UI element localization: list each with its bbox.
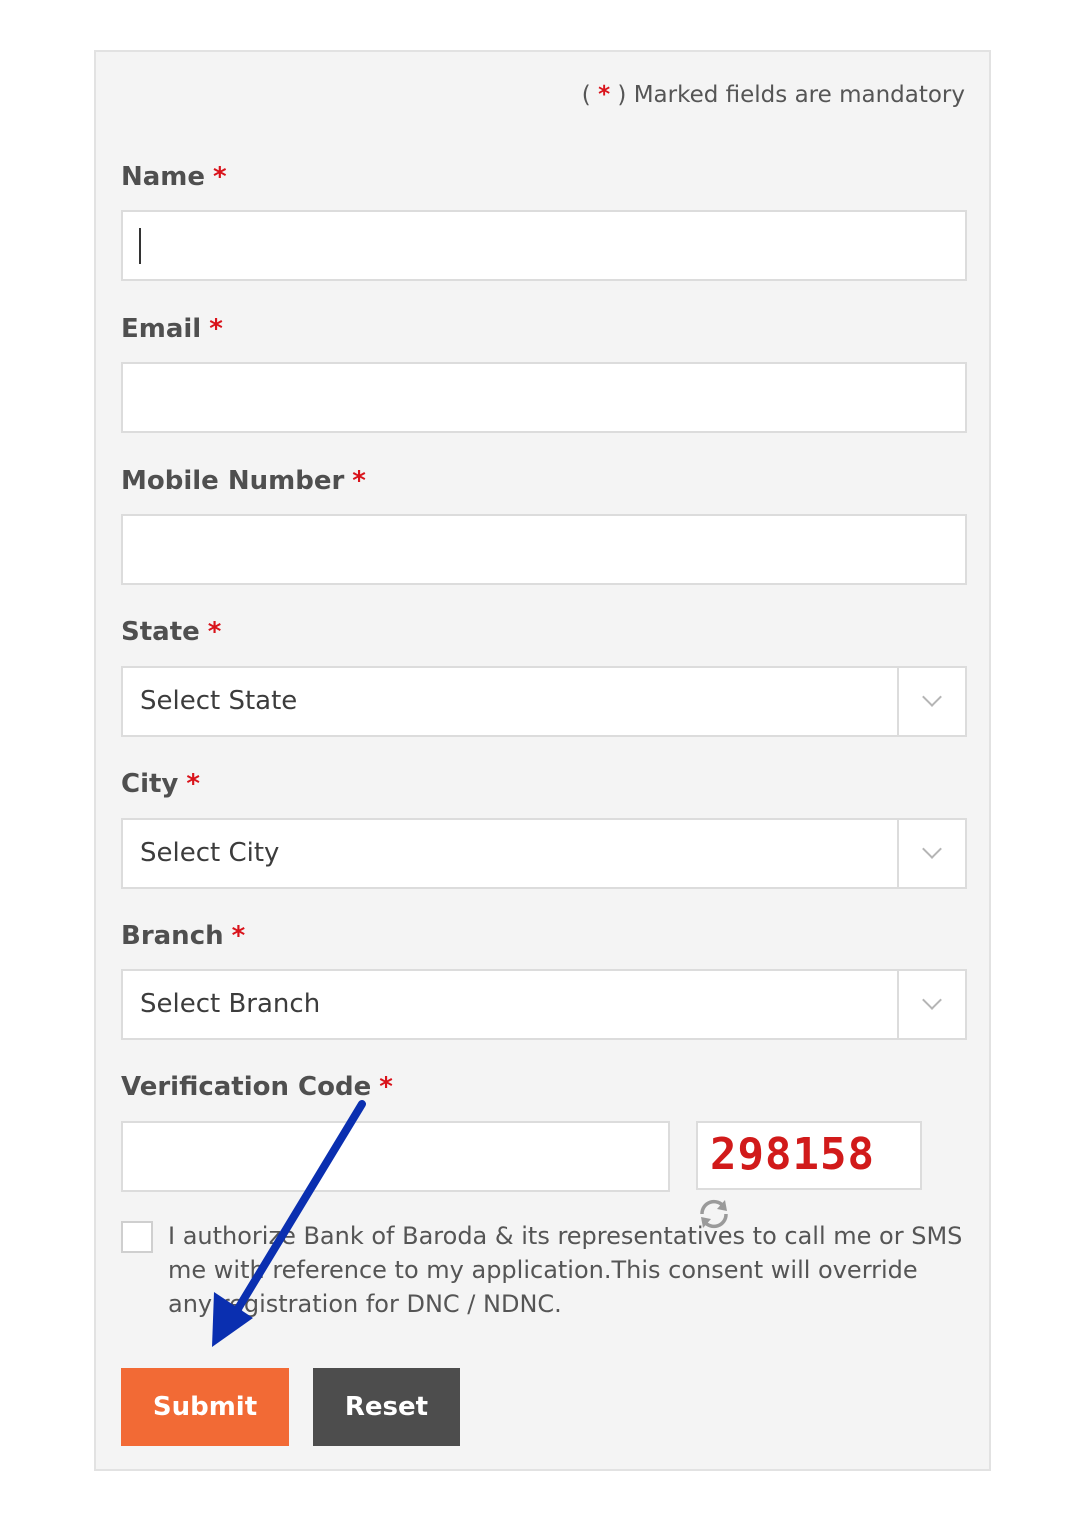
contact-form-panel: ( * ) Marked fields are mandatory Name * …: [94, 50, 991, 1471]
state-label: State *: [121, 617, 221, 647]
submit-button[interactable]: Submit: [121, 1368, 289, 1446]
state-select-toggle[interactable]: [897, 668, 965, 735]
city-select-value: Select City: [140, 838, 280, 868]
verification-code-label: Verification Code *: [121, 1072, 393, 1102]
required-star: *: [379, 1072, 393, 1102]
chevron-down-icon: [922, 687, 942, 707]
mobile-number-input[interactable]: [121, 514, 967, 585]
mandatory-note-prefix: (: [581, 82, 599, 108]
branch-label-text: Branch: [121, 921, 224, 951]
mandatory-fields-note: ( * ) Marked fields are mandatory: [582, 82, 965, 108]
city-select-toggle[interactable]: [897, 820, 965, 887]
email-input[interactable]: [121, 362, 967, 433]
city-select[interactable]: Select City: [121, 818, 967, 889]
consent-checkbox[interactable]: [121, 1221, 153, 1253]
state-label-text: State: [121, 617, 200, 647]
consent-text: I authorize Bank of Baroda & its represe…: [168, 1222, 963, 1318]
name-label: Name *: [121, 162, 227, 192]
verification-code-input[interactable]: [121, 1121, 670, 1192]
city-label: City *: [121, 769, 200, 799]
branch-select-value: Select Branch: [140, 989, 321, 1019]
required-star: *: [207, 617, 222, 647]
required-star: *: [209, 314, 223, 344]
text-caret: [139, 228, 141, 264]
required-star: *: [598, 82, 611, 108]
branch-select[interactable]: Select Branch: [121, 969, 967, 1040]
email-label: Email *: [121, 314, 223, 344]
city-label-text: City: [121, 769, 179, 799]
required-star: *: [213, 162, 227, 192]
state-select-value: Select State: [140, 686, 298, 716]
email-label-text: Email: [121, 314, 202, 344]
required-star: *: [352, 466, 366, 496]
verification-code-label-text: Verification Code: [121, 1072, 372, 1102]
name-label-text: Name: [121, 162, 206, 192]
chevron-down-icon: [922, 839, 942, 859]
branch-select-toggle[interactable]: [897, 971, 965, 1038]
state-select[interactable]: Select State: [121, 666, 967, 737]
name-input[interactable]: [121, 210, 967, 281]
mobile-number-label: Mobile Number *: [121, 466, 366, 496]
mobile-number-label-text: Mobile Number: [121, 466, 345, 496]
captcha-image: 298158: [696, 1121, 922, 1190]
required-star: *: [231, 921, 246, 951]
chevron-down-icon: [922, 990, 942, 1010]
branch-label: Branch *: [121, 921, 245, 951]
captcha-code: 298158: [710, 1129, 875, 1180]
mandatory-note-suffix: ) Marked fields are mandatory: [610, 82, 965, 108]
required-star: *: [186, 769, 200, 799]
reset-button[interactable]: Reset: [313, 1368, 460, 1446]
